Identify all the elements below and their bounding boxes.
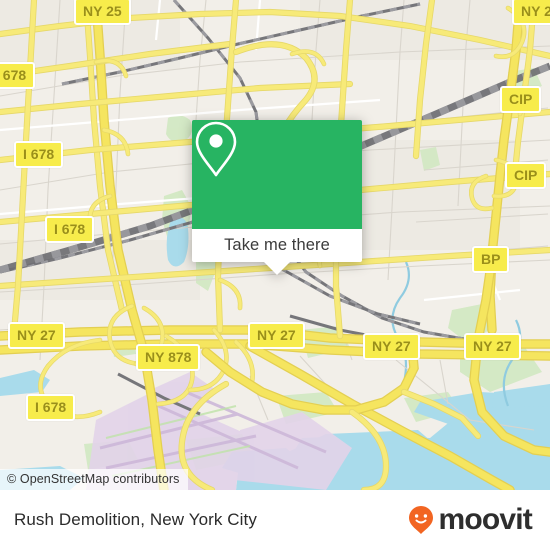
road-shield[interactable]: NY 24 bbox=[512, 0, 550, 25]
take-me-there-button[interactable]: Take me there bbox=[192, 229, 362, 262]
popup-pointer-tail bbox=[264, 262, 290, 275]
moovit-wordmark: moovit bbox=[438, 503, 532, 536]
moovit-smiley-pin-icon bbox=[408, 505, 434, 535]
road-shield[interactable]: NY 25 bbox=[74, 0, 131, 25]
road-shield[interactable]: I 678 bbox=[0, 62, 36, 89]
road-shield[interactable]: NY 27 bbox=[363, 333, 420, 360]
road-shield[interactable]: I 678 bbox=[14, 141, 64, 168]
road-shield[interactable]: NY 27 bbox=[8, 322, 65, 349]
take-me-there-label: Take me there bbox=[224, 236, 330, 254]
map-canvas[interactable]: .mw { fill:none; stroke:#f5e55f; stroke-… bbox=[0, 0, 550, 490]
location-popup-card[interactable]: Take me there bbox=[192, 120, 362, 275]
road-shield[interactable]: BP bbox=[472, 246, 510, 273]
map-pin-icon bbox=[195, 121, 301, 205]
osm-attribution[interactable]: © OpenStreetMap contributors bbox=[0, 469, 188, 490]
road-shield[interactable]: NY 27 bbox=[464, 333, 521, 360]
popup-green-panel bbox=[192, 120, 362, 229]
road-shield[interactable]: NY 878 bbox=[136, 344, 201, 371]
place-caption: Rush Demolition, New York City bbox=[14, 510, 257, 529]
road-shield[interactable]: CIP bbox=[500, 86, 542, 113]
map-screen: .mw { fill:none; stroke:#f5e55f; stroke-… bbox=[0, 0, 550, 550]
road-shield[interactable]: NY 27 bbox=[248, 322, 305, 349]
bottom-info-bar: Rush Demolition, New York City moovit bbox=[0, 490, 550, 550]
moovit-brand[interactable]: moovit bbox=[408, 503, 533, 536]
road-shield[interactable]: I 678 bbox=[26, 394, 76, 421]
road-shield[interactable]: CIP bbox=[505, 162, 547, 189]
road-shield[interactable]: I 678 bbox=[45, 216, 95, 243]
